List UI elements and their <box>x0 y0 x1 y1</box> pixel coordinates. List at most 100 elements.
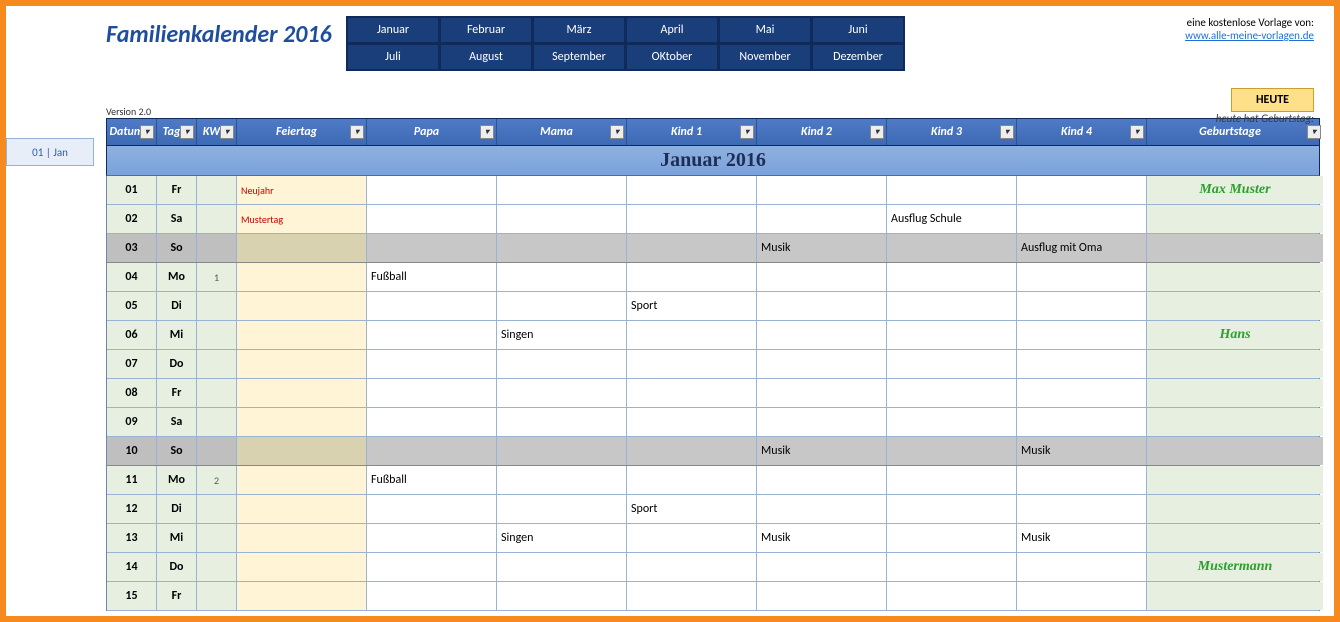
cell-geburtstag[interactable] <box>1147 234 1323 262</box>
cell-kind3[interactable] <box>887 379 1017 407</box>
cell-tag[interactable]: Sa <box>157 408 197 436</box>
filter-dropdown-icon[interactable]: ▾ <box>1307 125 1321 139</box>
cell-kw[interactable] <box>197 495 237 523</box>
cell-kind3[interactable] <box>887 263 1017 291</box>
cell-mama[interactable] <box>497 350 627 378</box>
cell-kind4[interactable]: Ausflug mit Oma <box>1017 234 1147 262</box>
cell-papa[interactable] <box>367 350 497 378</box>
cell-mama[interactable]: Singen <box>497 524 627 552</box>
month-button-6[interactable]: Juni <box>812 17 904 43</box>
cell-tag[interactable]: Di <box>157 495 197 523</box>
cell-kind1[interactable] <box>627 350 757 378</box>
cell-tag[interactable]: Fr <box>157 582 197 610</box>
cell-papa[interactable] <box>367 379 497 407</box>
cell-mama[interactable] <box>497 553 627 581</box>
cell-kind2[interactable]: Musik <box>757 437 887 465</box>
cell-feiertag[interactable] <box>237 582 367 610</box>
cell-kw[interactable] <box>197 553 237 581</box>
cell-kind2[interactable] <box>757 205 887 233</box>
cell-kind2[interactable] <box>757 408 887 436</box>
cell-kind1[interactable] <box>627 234 757 262</box>
cell-kind1[interactable] <box>627 466 757 494</box>
cell-mama[interactable] <box>497 379 627 407</box>
cell-tag[interactable]: Di <box>157 292 197 320</box>
cell-kind1[interactable] <box>627 524 757 552</box>
cell-kw[interactable] <box>197 292 237 320</box>
filter-dropdown-icon[interactable]: ▾ <box>350 125 364 139</box>
cell-feiertag[interactable] <box>237 263 367 291</box>
cell-geburtstag[interactable] <box>1147 437 1323 465</box>
cell-kind2[interactable]: Musik <box>757 524 887 552</box>
cell-kind1[interactable] <box>627 321 757 349</box>
month-button-11[interactable]: November <box>719 44 811 70</box>
cell-feiertag[interactable] <box>237 524 367 552</box>
filter-dropdown-icon[interactable]: ▾ <box>1000 125 1014 139</box>
cell-feiertag[interactable] <box>237 292 367 320</box>
cell-kind4[interactable] <box>1017 292 1147 320</box>
cell-kw[interactable] <box>197 350 237 378</box>
cell-mama[interactable] <box>497 176 627 204</box>
cell-kind1[interactable] <box>627 582 757 610</box>
cell-kind2[interactable] <box>757 582 887 610</box>
cell-kind3[interactable] <box>887 437 1017 465</box>
cell-geburtstag[interactable] <box>1147 408 1323 436</box>
cell-papa[interactable] <box>367 292 497 320</box>
filter-dropdown-icon[interactable]: ▾ <box>740 125 754 139</box>
filter-dropdown-icon[interactable]: ▾ <box>220 125 234 139</box>
month-button-12[interactable]: Dezember <box>812 44 904 70</box>
cell-kind2[interactable] <box>757 263 887 291</box>
cell-feiertag[interactable] <box>237 437 367 465</box>
cell-geburtstag[interactable] <box>1147 263 1323 291</box>
cell-feiertag[interactable] <box>237 321 367 349</box>
cell-feiertag[interactable]: Mustertag <box>237 205 367 233</box>
cell-kind1[interactable] <box>627 553 757 581</box>
cell-papa[interactable] <box>367 321 497 349</box>
cell-kw[interactable] <box>197 321 237 349</box>
cell-datum[interactable]: 12 <box>107 495 157 523</box>
cell-tag[interactable]: Mo <box>157 466 197 494</box>
cell-kind3[interactable] <box>887 582 1017 610</box>
cell-kind4[interactable] <box>1017 263 1147 291</box>
cell-kind4[interactable] <box>1017 495 1147 523</box>
cell-kind2[interactable] <box>757 495 887 523</box>
cell-kw[interactable]: 2 <box>197 466 237 494</box>
cell-mama[interactable] <box>497 234 627 262</box>
cell-tag[interactable]: So <box>157 437 197 465</box>
cell-datum[interactable]: 10 <box>107 437 157 465</box>
cell-kind2[interactable]: Musik <box>757 234 887 262</box>
cell-tag[interactable]: Do <box>157 553 197 581</box>
filter-dropdown-icon[interactable]: ▾ <box>180 125 194 139</box>
cell-kind1[interactable] <box>627 263 757 291</box>
cell-kind3[interactable] <box>887 466 1017 494</box>
cell-papa[interactable] <box>367 408 497 436</box>
cell-kind3[interactable] <box>887 553 1017 581</box>
filter-dropdown-icon[interactable]: ▾ <box>140 125 154 139</box>
cell-papa[interactable] <box>367 524 497 552</box>
side-month-tag[interactable]: 01 | Jan <box>6 138 94 166</box>
cell-mama[interactable] <box>497 205 627 233</box>
cell-kind2[interactable] <box>757 553 887 581</box>
cell-kind3[interactable] <box>887 176 1017 204</box>
cell-datum[interactable]: 09 <box>107 408 157 436</box>
filter-dropdown-icon[interactable]: ▾ <box>610 125 624 139</box>
cell-kind4[interactable] <box>1017 466 1147 494</box>
cell-mama[interactable] <box>497 495 627 523</box>
cell-kind2[interactable] <box>757 350 887 378</box>
cell-geburtstag[interactable]: Max Muster <box>1147 176 1323 204</box>
cell-tag[interactable]: Sa <box>157 205 197 233</box>
cell-kind2[interactable] <box>757 292 887 320</box>
cell-kind1[interactable] <box>627 379 757 407</box>
month-button-2[interactable]: Februar <box>440 17 532 43</box>
cell-tag[interactable]: Mo <box>157 263 197 291</box>
cell-kind3[interactable] <box>887 350 1017 378</box>
month-button-8[interactable]: August <box>440 44 532 70</box>
cell-kw[interactable] <box>197 379 237 407</box>
cell-geburtstag[interactable] <box>1147 379 1323 407</box>
cell-papa[interactable] <box>367 234 497 262</box>
cell-tag[interactable]: Mi <box>157 524 197 552</box>
cell-datum[interactable]: 13 <box>107 524 157 552</box>
month-button-10[interactable]: OKtober <box>626 44 718 70</box>
cell-kind1[interactable] <box>627 408 757 436</box>
cell-geburtstag[interactable] <box>1147 466 1323 494</box>
cell-datum[interactable]: 15 <box>107 582 157 610</box>
